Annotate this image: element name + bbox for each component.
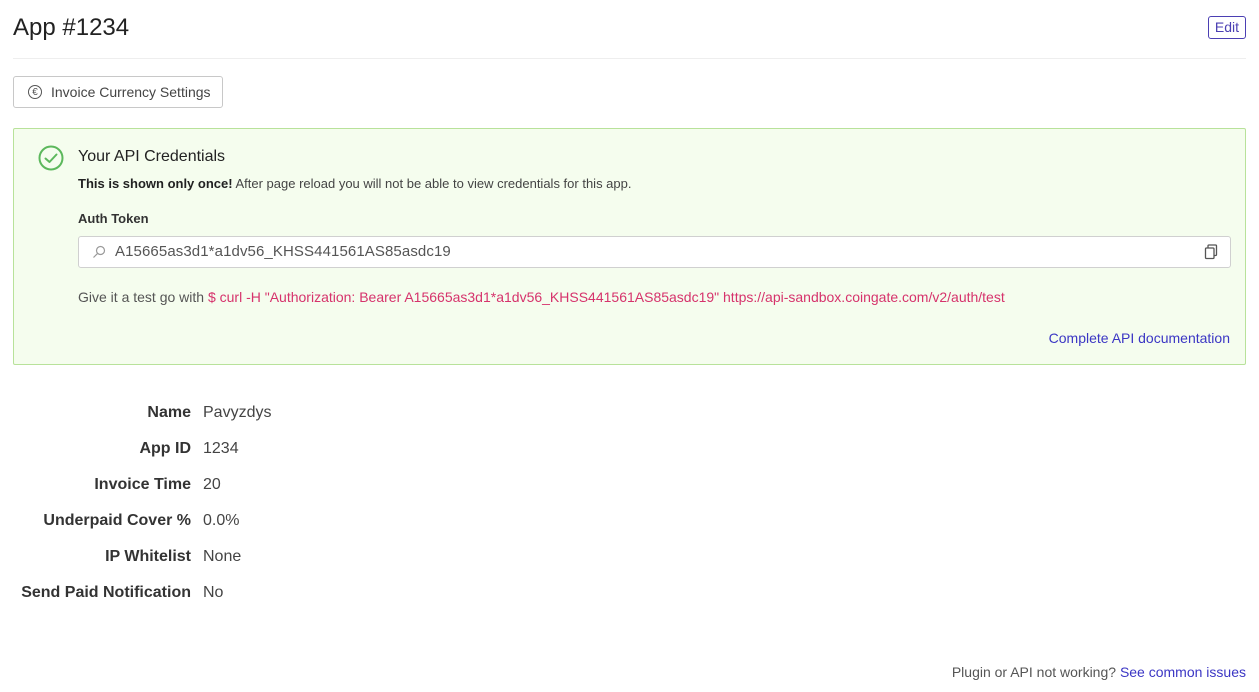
detail-value: 1234 [203, 440, 239, 457]
credentials-warning: This is shown only once! After page relo… [78, 176, 631, 191]
edit-button[interactable]: Edit [1207, 16, 1246, 39]
detail-value: 0.0% [203, 512, 240, 529]
common-issues-link[interactable]: See common issues [1120, 664, 1246, 680]
detail-value: Pavyzdys [203, 404, 272, 421]
detail-label: Underpaid Cover % [43, 512, 191, 529]
auth-token-value[interactable]: A15665as3d1*a1dv56_KHSS441561AS85asdc19 [115, 237, 451, 267]
credentials-warning-bold: This is shown only once! [78, 176, 233, 191]
euro-circle-icon: € [28, 85, 42, 99]
search-icon [93, 245, 106, 258]
page-title: App #1234 [13, 14, 130, 41]
api-credentials-panel: Your API Credentials This is shown only … [13, 128, 1246, 365]
test-command-prefix: Give it a test go with [78, 289, 208, 305]
credentials-warning-text: After page reload you will not be able t… [232, 176, 632, 191]
api-documentation-link[interactable]: Complete API documentation [1049, 330, 1230, 346]
auth-token-field[interactable]: A15665as3d1*a1dv56_KHSS441561AS85asdc19 [78, 236, 1231, 268]
detail-label: Invoice Time [94, 476, 191, 493]
check-circle-icon [38, 145, 64, 171]
footer-text: Plugin or API not working? [951, 664, 1120, 680]
detail-label: App ID [139, 440, 191, 457]
footer-help: Plugin or API not working? See common is… [952, 664, 1246, 680]
credentials-title: Your API Credentials [78, 148, 226, 165]
test-command-line: Give it a test go with $ curl -H "Author… [78, 289, 1005, 305]
detail-value: None [203, 548, 242, 565]
detail-value: 20 [203, 476, 221, 493]
invoice-currency-settings-label: Invoice Currency Settings [51, 84, 211, 100]
detail-label: IP Whitelist [105, 548, 191, 565]
detail-label: Name [147, 404, 191, 421]
auth-token-label: Auth Token [78, 211, 149, 226]
page-header: App #1234 Edit [13, 0, 1246, 59]
test-command: $ curl -H "Authorization: Bearer A15665a… [207, 289, 1005, 305]
copy-icon[interactable] [1204, 244, 1218, 260]
detail-label: Send Paid Notification [21, 584, 191, 601]
invoice-currency-settings-button[interactable]: € Invoice Currency Settings [13, 76, 223, 108]
detail-value: No [203, 584, 224, 601]
